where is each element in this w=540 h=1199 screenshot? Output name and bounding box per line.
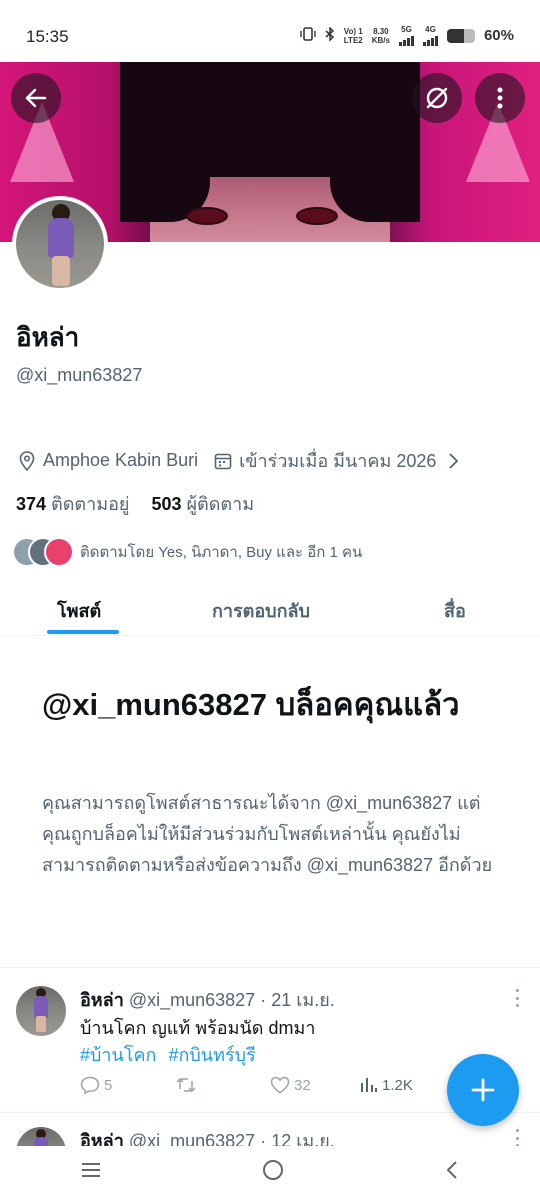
post-hashtags: #บ้านโคก #กบินทร์บุรี [80,1040,256,1069]
tab-posts[interactable]: โพสต์ [57,596,101,625]
compose-button[interactable] [447,1054,519,1126]
hashtag-link[interactable]: #กบินทร์บุรี [168,1040,255,1069]
banner-eye [296,207,338,225]
signal-4g: 4G [422,25,438,46]
bar-chart-icon [361,1078,377,1092]
followers-label: ผู้ติดตาม [186,494,255,514]
followers-count: 503 [151,494,182,514]
volte-indicator: Vo) 1 LTE2 [343,26,363,45]
signal-5g: 5G [398,25,414,46]
banner-hair [200,62,340,177]
blocked-body: คุณสามารถดูโพสต์สาธารณะได้จาก @xi_mun638… [42,793,493,875]
profile-location: Amphoe Kabin Buri [43,450,199,470]
post-header: อิหล่า @xi_mun63827 · 21 เม.ย. [80,985,335,1014]
profile-joined: เข้าร่วมเมื่อ มีนาคม 2026 [239,451,437,471]
post-avatar[interactable] [16,986,66,1036]
repost-button[interactable] [175,1076,270,1094]
banner-eye [186,207,228,225]
post-more-button[interactable] [514,989,520,1007]
arrow-left-icon [25,88,47,108]
plus-icon [471,1078,495,1102]
profile-meta: Amphoe Kabin Buri เข้าร่วมเมื่อ มีนาคม 2… [16,446,469,475]
following-count: 374 [16,494,47,514]
post-more-button[interactable] [514,1129,520,1147]
banner-hair [120,62,210,222]
battery-percent: 60% [483,27,514,44]
blocked-title: @xi_mun63827 บล็อคคุณแล้ว [42,687,460,722]
system-nav-bar [0,1146,540,1199]
location-pin-icon [16,450,38,471]
views-button[interactable]: 1.2K [360,1076,413,1094]
tab-media[interactable]: สื่อ [444,596,466,625]
slash-circle-icon [426,87,448,109]
banner-hair [330,62,420,222]
view-count: 1.2K [382,1076,413,1094]
status-bar: 15:35 Vo) 1 LTE2 8.30 KB/s 5G 4G 60% [0,0,540,62]
reply-button[interactable]: 5 [80,1076,175,1094]
active-tab-indicator [47,630,119,634]
profile-tabs: โพสต์ การตอบกลับ สื่อ [0,586,540,636]
like-button[interactable]: 32 [270,1076,360,1094]
post-actions: 5 32 1.2K [80,1076,500,1094]
post-author[interactable]: อิหล่า [80,990,124,1010]
chevron-right-icon[interactable] [442,452,464,470]
menu-lines-icon [81,1163,100,1177]
status-time: 15:35 [26,27,69,46]
post-meta: @xi_mun63827 · 21 เม.ย. [128,990,335,1010]
network-speed: 8.30 KB/s [371,26,390,45]
reply-icon [80,1076,100,1094]
profile-name: อิหล่า [16,322,80,352]
following-label: ติดตามอยู่ [51,494,130,514]
following-link[interactable]: 374 ติดตามอยู่ [16,489,129,518]
signal-bars-icon [422,34,438,46]
home-circle-icon [262,1160,283,1180]
reply-count: 5 [104,1076,113,1094]
back-button[interactable] [11,73,61,123]
vibrate-icon [300,27,316,44]
tab-replies[interactable]: การตอบกลับ [212,596,310,625]
chevron-left-icon [446,1161,458,1179]
signal-bars-icon [398,34,414,46]
profile-avatar[interactable] [12,196,108,292]
battery-icon [446,28,475,43]
follower-avatar [44,537,74,567]
like-count: 32 [294,1076,311,1094]
more-options-button[interactable] [475,73,525,123]
grok-button[interactable] [412,73,462,123]
status-icons: Vo) 1 LTE2 8.30 KB/s 5G 4G 60% [300,25,514,46]
hashtag-link[interactable]: #บ้านโคก [80,1040,156,1069]
divider [0,967,540,968]
heart-icon [270,1076,290,1094]
post-text: บ้านโคก ญแท้ พร้อมนัด dmมา [80,1018,316,1038]
profile-handle: @xi_mun63827 [16,365,143,385]
system-back-button[interactable] [444,1159,460,1186]
follow-counts: 374 ติดตามอยู่ 503 ผู้ติดตาม [16,489,254,518]
followers-link[interactable]: 503 ผู้ติดตาม [151,489,254,518]
more-vertical-icon [497,87,503,109]
bluetooth-icon [325,25,335,45]
followed-by-text: ติดตามโดย Yes, นิภาดา, Buy และ อีก 1 คน [80,544,363,561]
calendar-icon [212,452,234,470]
followed-by[interactable]: ติดตามโดย Yes, นิภาดา, Buy และ อีก 1 คน [12,537,362,567]
repost-icon [176,1077,196,1093]
home-button[interactable] [261,1158,285,1187]
recent-apps-button[interactable] [80,1161,102,1184]
